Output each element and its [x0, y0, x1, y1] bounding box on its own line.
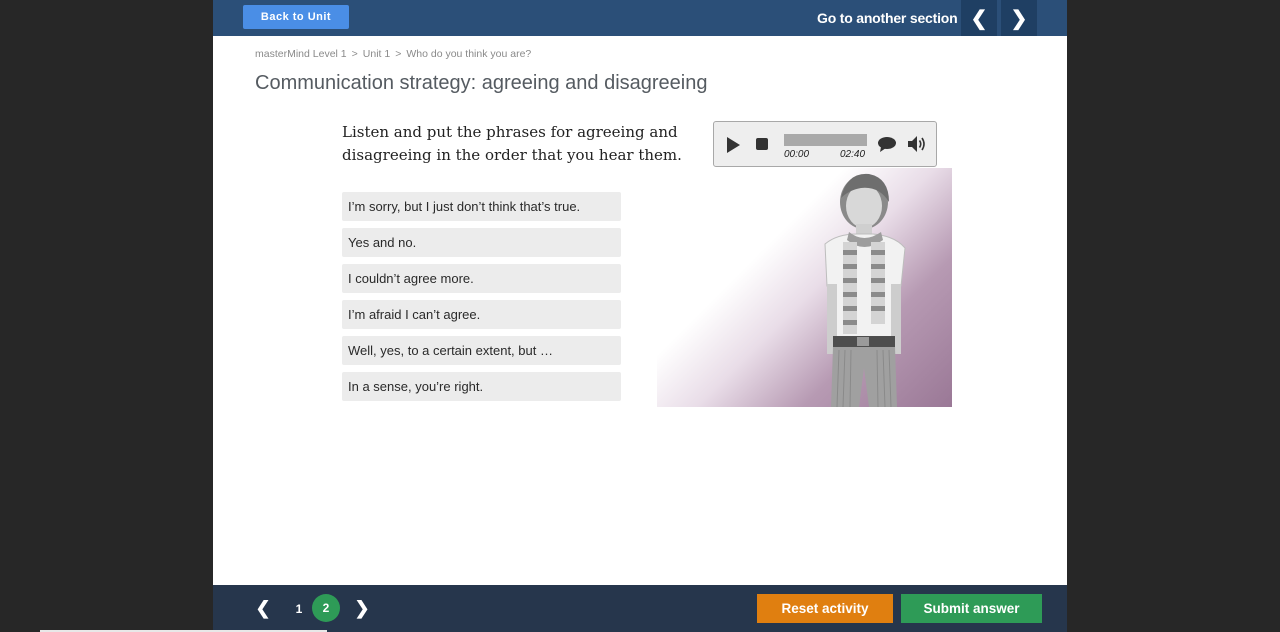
bottom-bar: ❮ 1 2 ❯ Reset activity Submit answer [213, 585, 1067, 632]
play-icon[interactable] [724, 136, 742, 154]
stop-icon[interactable] [756, 138, 768, 150]
breadcrumb-item-level[interactable]: masterMind Level 1 [255, 48, 347, 60]
submit-answer-button[interactable]: Submit answer [901, 594, 1042, 623]
chevron-right-icon: ❯ [354, 597, 370, 618]
audio-progress-bar[interactable] [784, 134, 867, 146]
draggable-phrase[interactable]: Yes and no. [342, 228, 621, 257]
speech-bubble-icon[interactable] [877, 136, 897, 152]
back-to-unit-button[interactable]: Back to Unit [243, 5, 349, 29]
draggable-phrase[interactable]: In a sense, you’re right. [342, 372, 621, 401]
breadcrumb-separator: > [351, 48, 358, 60]
draggable-phrase[interactable]: Well, yes, to a certain extent, but … [342, 336, 621, 365]
reset-activity-button[interactable]: Reset activity [757, 594, 893, 623]
volume-icon[interactable] [907, 135, 927, 153]
boy-photo [657, 168, 952, 407]
draggable-phrase[interactable]: I’m sorry, but I just don’t think that’s… [342, 192, 621, 221]
breadcrumb-item-section: Who do you think you are? [406, 48, 532, 60]
total-time: 02:40 [840, 149, 866, 160]
audio-player: 00:00 02:40 [713, 121, 937, 167]
chevron-right-icon: ❯ [1010, 7, 1028, 30]
next-page-button[interactable]: ❯ [352, 594, 372, 622]
breadcrumb: masterMind Level 1 > Unit 1 > Who do you thi… [255, 48, 531, 60]
previous-page-button[interactable]: ❮ [253, 594, 273, 622]
chevron-left-icon: ❮ [255, 597, 271, 618]
chevron-left-icon: ❮ [970, 7, 988, 30]
draggable-phrase[interactable]: I’m afraid I can’t agree. [342, 300, 621, 329]
current-time: 00:00 [784, 149, 810, 160]
activity-instructions: Listen and put the phrases for agreeing … [342, 123, 682, 164]
activity-window: Back to Unit Go to another section ❮ ❯ m… [213, 0, 1067, 632]
go-to-section-label: Go to another section [817, 10, 958, 26]
top-bar: Back to Unit Go to another section ❮ ❯ [213, 0, 1067, 36]
next-section-button[interactable]: ❯ [1001, 0, 1037, 36]
page-2-button[interactable]: 2 [312, 594, 340, 622]
page-title: Communication strategy: agreeing and dis… [255, 72, 708, 94]
phrase-list: I’m sorry, but I just don’t think that’s… [342, 192, 621, 408]
breadcrumb-item-unit[interactable]: Unit 1 [363, 48, 390, 60]
draggable-phrase[interactable]: I couldn’t agree more. [342, 264, 621, 293]
breadcrumb-separator: > [395, 48, 402, 60]
page-1-button[interactable]: 1 [285, 595, 313, 623]
previous-section-button[interactable]: ❮ [961, 0, 997, 36]
